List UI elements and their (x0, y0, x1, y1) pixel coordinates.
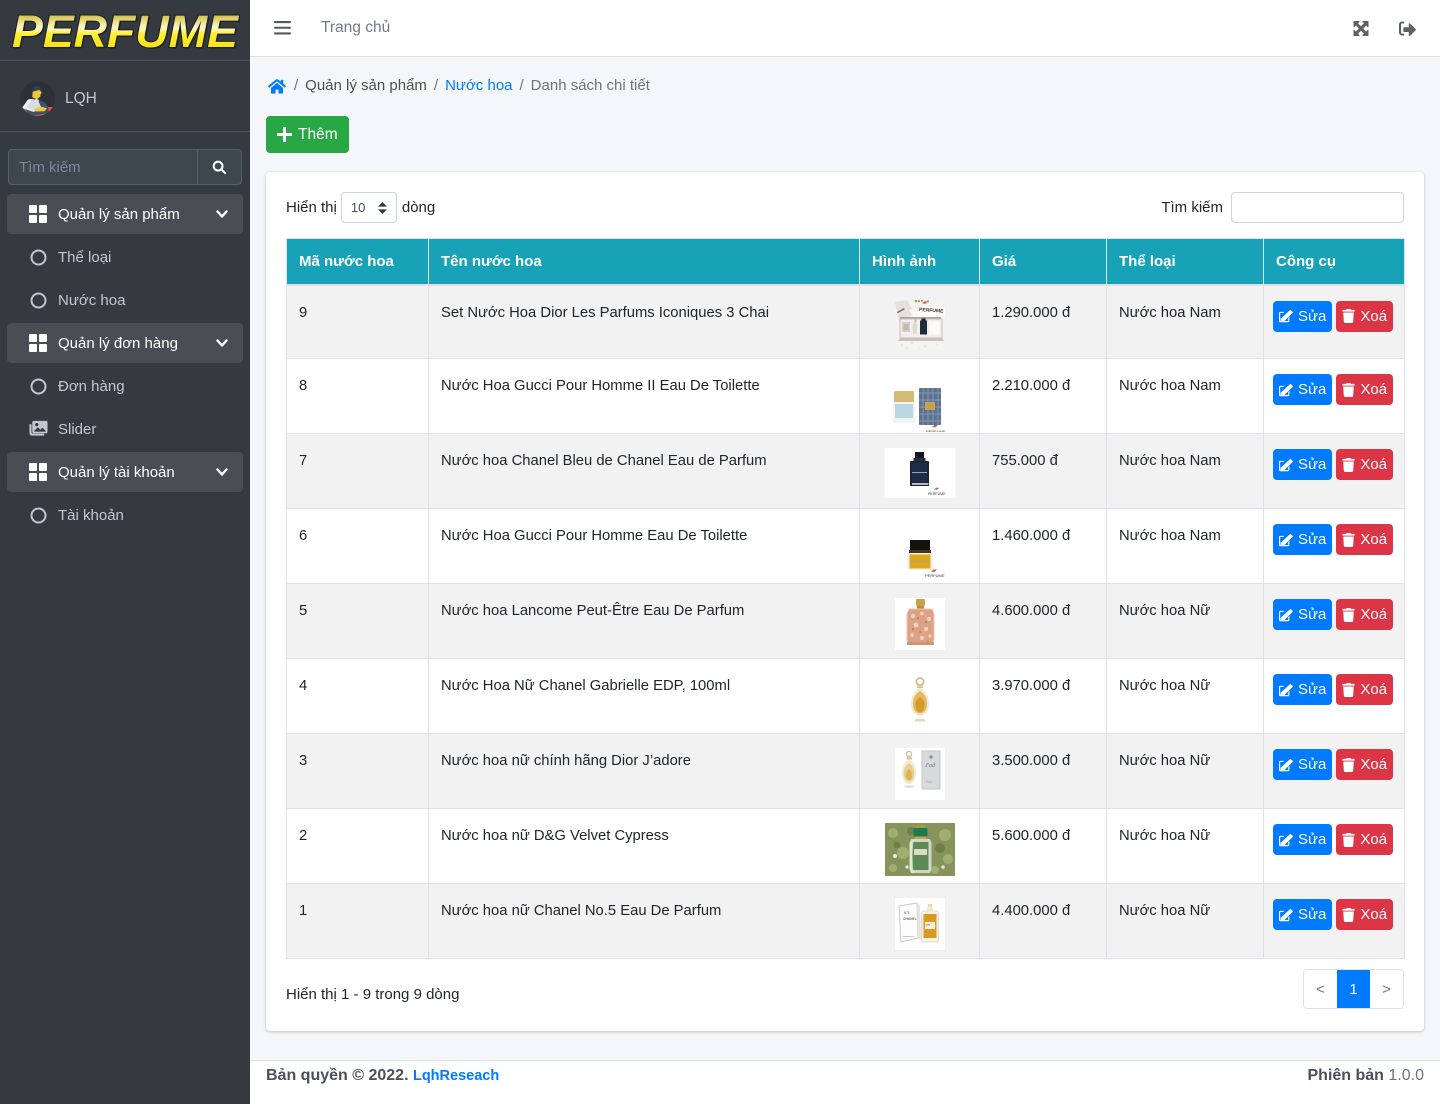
svg-text:J'ad: J'ad (925, 763, 936, 769)
svg-text:Dior: Dior (926, 780, 933, 784)
svg-text:CHANEL: CHANEL (903, 917, 917, 921)
svg-text:PERFUME: PERFUME (928, 492, 946, 496)
svg-text:PERFUME: PERFUME (925, 573, 945, 578)
svg-text:PERFUME: PERFUME (926, 429, 946, 432)
svg-text:N°5: N°5 (904, 911, 910, 915)
svg-text:PERFUME: PERFUME (12, 10, 240, 50)
svg-text:N°5: N°5 (925, 923, 930, 927)
